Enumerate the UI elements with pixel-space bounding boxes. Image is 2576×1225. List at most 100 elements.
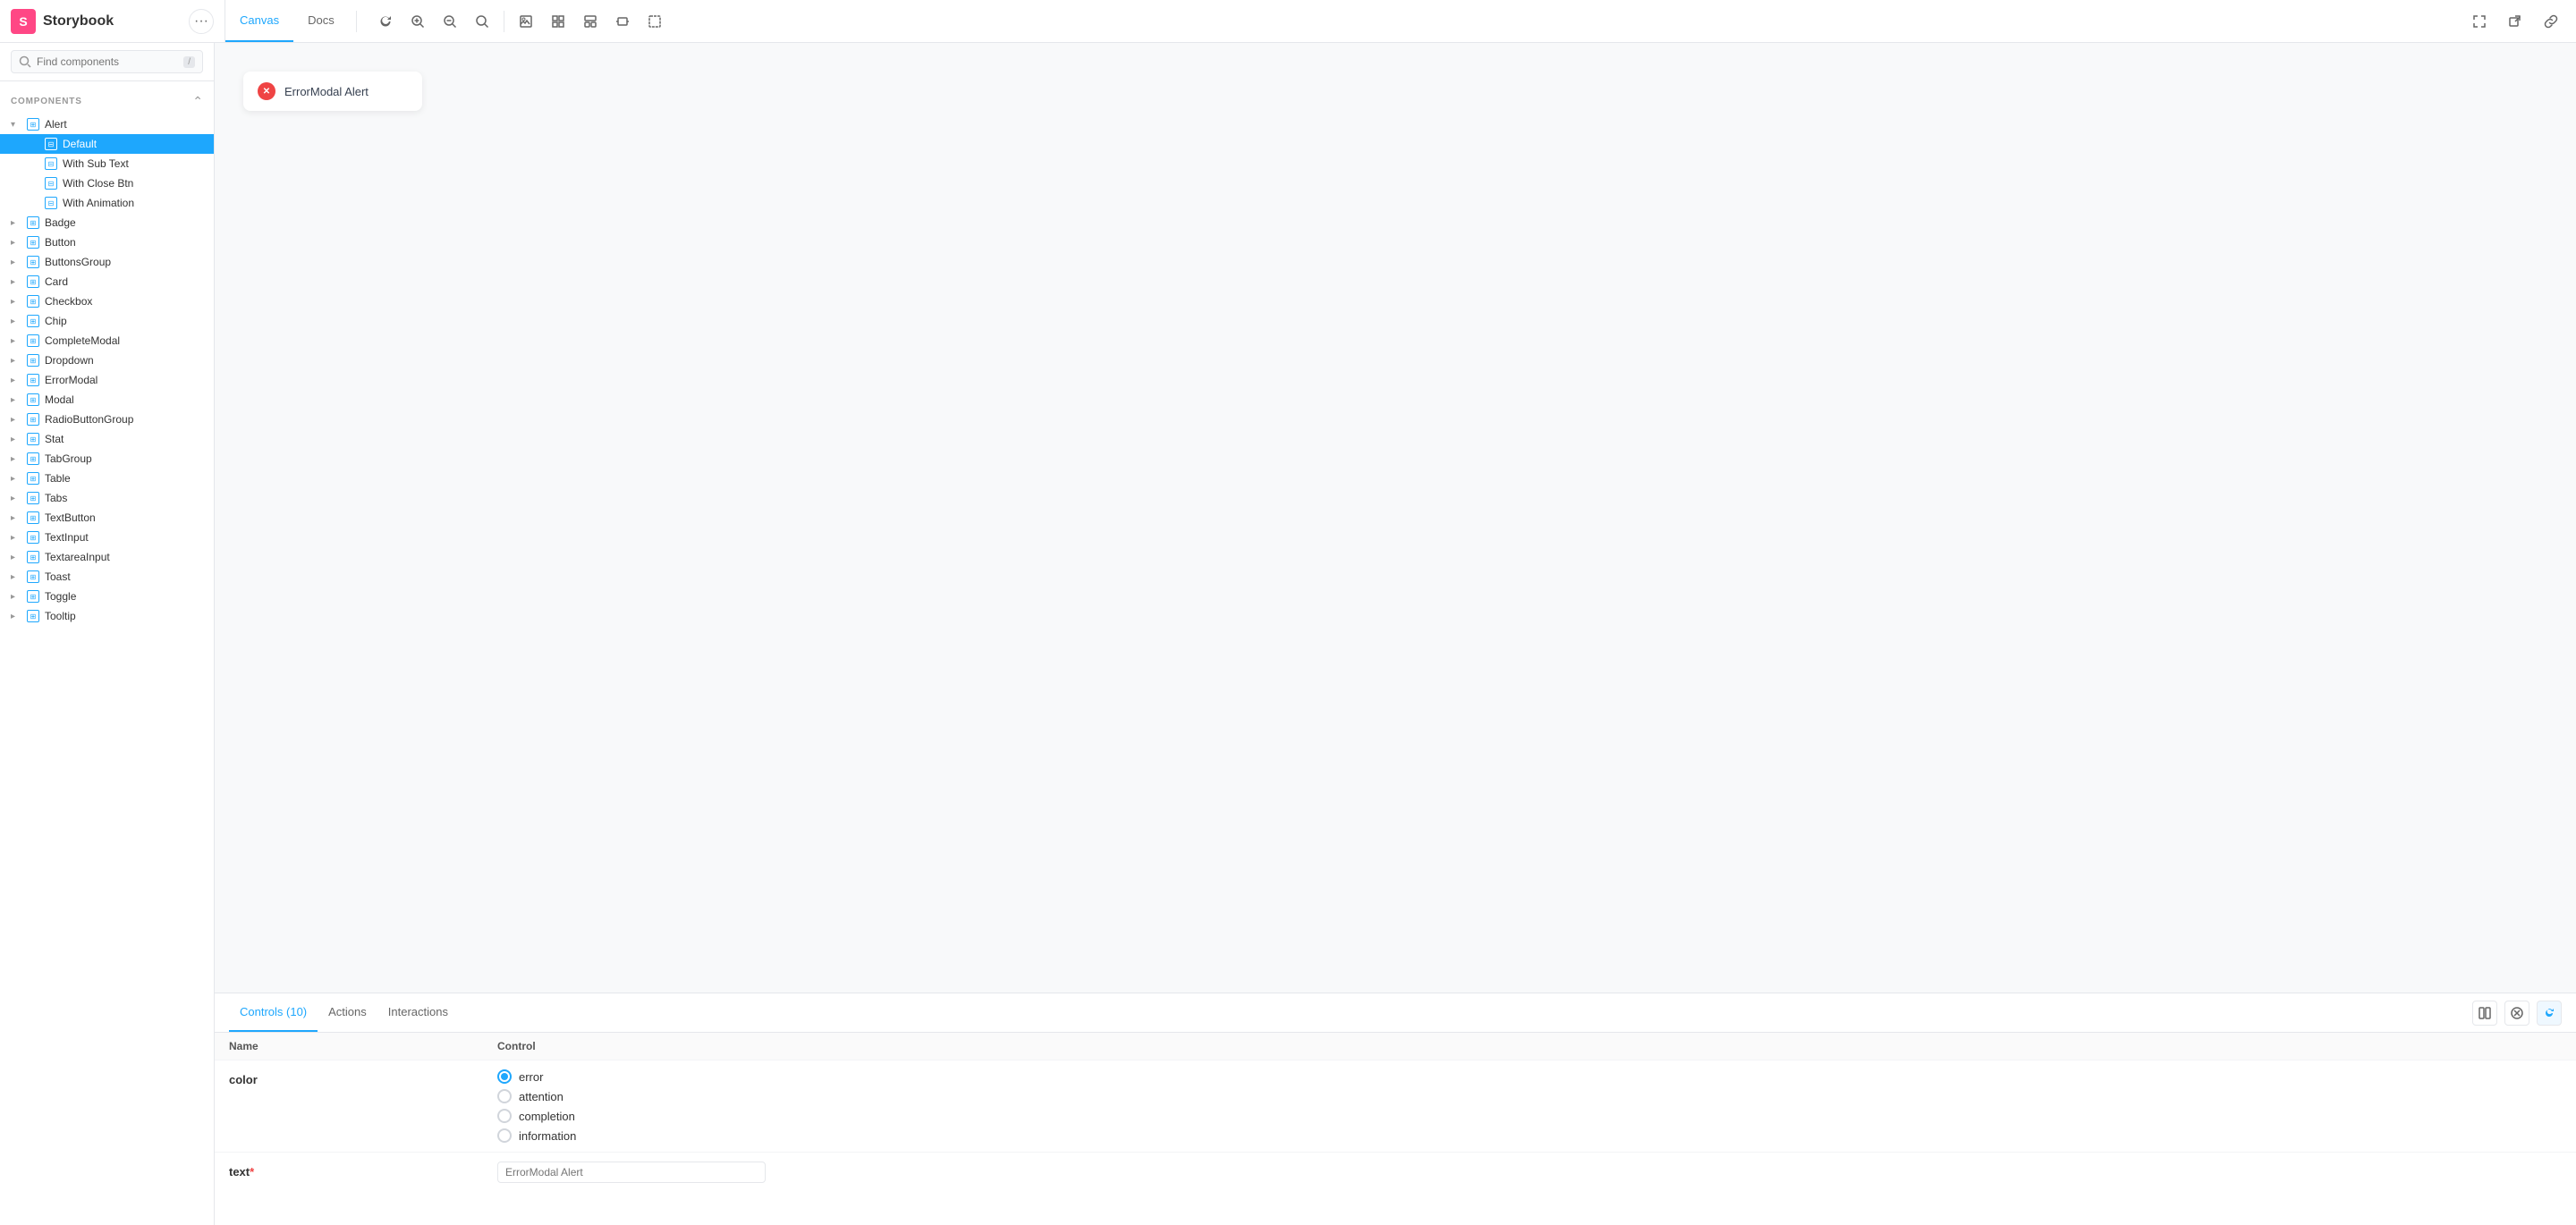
tab-controls[interactable]: Controls (10) xyxy=(229,993,318,1032)
tab-docs[interactable]: Docs xyxy=(293,0,349,42)
sidebar-item-with-animation[interactable]: ⊟ With Animation xyxy=(0,193,214,213)
sidebar-item-label: TextButton xyxy=(45,511,203,524)
story-icon: ⊟ xyxy=(45,138,57,150)
radio-label-information: information xyxy=(519,1129,576,1143)
sidebar-item-label: Table xyxy=(45,472,203,485)
sidebar-item-default[interactable]: ⊟ Default xyxy=(0,134,214,154)
main-layout: / COMPONENTS ⌃ ▾ ⊞ Alert ⊟ Default ⊟ xyxy=(0,43,2576,1225)
sidebar-item-label: RadioButtonGroup xyxy=(45,413,203,426)
component-icon: ⊞ xyxy=(27,531,39,544)
sidebar-item-chip[interactable]: ▸ ⊞ Chip xyxy=(0,311,214,331)
sidebar-item-with-sub-text[interactable]: ⊟ With Sub Text xyxy=(0,154,214,173)
sidebar-item-toggle[interactable]: ▸ ⊞ Toggle xyxy=(0,587,214,606)
control-row-text: text* xyxy=(215,1153,2576,1192)
sidebar-item-table[interactable]: ▸ ⊞ Table xyxy=(0,469,214,488)
sidebar-item-dropdown[interactable]: ▸ ⊞ Dropdown xyxy=(0,351,214,370)
image-icon[interactable] xyxy=(512,7,540,36)
tab-actions[interactable]: Actions xyxy=(318,993,377,1032)
component-icon: ⊞ xyxy=(27,216,39,229)
search-box-icon xyxy=(19,55,31,68)
sidebar-item-label: TabGroup xyxy=(45,452,203,465)
resize-icon[interactable] xyxy=(608,7,637,36)
sidebar-item-card[interactable]: ▸ ⊞ Card xyxy=(0,272,214,291)
chevron-right-icon: ▸ xyxy=(11,513,21,523)
fullscreen-icon[interactable] xyxy=(640,7,669,36)
right-icons xyxy=(2465,7,2565,36)
sidebar-item-label: Tabs xyxy=(45,492,203,504)
chevron-right-icon: ▸ xyxy=(11,474,21,484)
sidebar-item-radiobuttongroup[interactable]: ▸ ⊞ RadioButtonGroup xyxy=(0,410,214,429)
sidebar-item-label: Badge xyxy=(45,216,203,229)
sidebar-item-tabs[interactable]: ▸ ⊞ Tabs xyxy=(0,488,214,508)
component-icon: ⊞ xyxy=(27,570,39,583)
bottom-tabs: Controls (10) Actions Interactions xyxy=(215,993,2576,1033)
component-icon: ⊞ xyxy=(27,315,39,327)
sidebar-item-checkbox[interactable]: ▸ ⊞ Checkbox xyxy=(0,291,214,311)
panel-split-icon[interactable] xyxy=(2472,1001,2497,1026)
reload-icon[interactable] xyxy=(371,7,400,36)
chevron-right-icon: ▸ xyxy=(11,238,21,248)
tab-interactions[interactable]: Interactions xyxy=(377,993,459,1032)
section-toggle-icon[interactable]: ⌃ xyxy=(192,94,203,109)
sidebar-item-alert[interactable]: ▾ ⊞ Alert xyxy=(0,114,214,134)
sidebar-item-textareainput[interactable]: ▸ ⊞ TextareaInput xyxy=(0,547,214,567)
radio-circle-error[interactable] xyxy=(497,1069,512,1084)
sidebar-item-label: ButtonsGroup xyxy=(45,256,203,268)
sidebar-item-label: Toggle xyxy=(45,590,203,603)
sidebar-item-tooltip[interactable]: ▸ ⊞ Tooltip xyxy=(0,606,214,626)
zoom-out-icon[interactable] xyxy=(436,7,464,36)
radio-label-error: error xyxy=(519,1070,543,1084)
radio-label-attention: attention xyxy=(519,1090,564,1103)
sidebar-item-completemodal[interactable]: ▸ ⊞ CompleteModal xyxy=(0,331,214,351)
sidebar-item-errormodal[interactable]: ▸ ⊞ ErrorModal xyxy=(0,370,214,390)
chevron-right-icon: ▸ xyxy=(11,297,21,307)
chevron-right-icon: ▸ xyxy=(11,572,21,582)
text-control-input[interactable] xyxy=(497,1162,766,1183)
sidebar-item-stat[interactable]: ▸ ⊞ Stat xyxy=(0,429,214,449)
sidebar-item-with-close-btn[interactable]: ⊟ With Close Btn xyxy=(0,173,214,193)
reset-controls-button[interactable] xyxy=(2537,1001,2562,1026)
zoom-in-icon[interactable] xyxy=(403,7,432,36)
radio-option-attention[interactable]: attention xyxy=(497,1089,2562,1103)
grid-icon[interactable] xyxy=(544,7,572,36)
sidebar-item-label: Modal xyxy=(45,393,203,406)
component-icon: ⊞ xyxy=(27,393,39,406)
sidebar-item-toast[interactable]: ▸ ⊞ Toast xyxy=(0,567,214,587)
sidebar-item-button[interactable]: ▸ ⊞ Button xyxy=(0,232,214,252)
chevron-right-icon: ▸ xyxy=(11,376,21,385)
tab-canvas[interactable]: Canvas xyxy=(225,0,293,42)
component-icon: ⊞ xyxy=(27,472,39,485)
component-icon: ⊞ xyxy=(27,551,39,563)
search-icon[interactable] xyxy=(468,7,496,36)
radio-option-error[interactable]: error xyxy=(497,1069,2562,1084)
sidebar-item-modal[interactable]: ▸ ⊞ Modal xyxy=(0,390,214,410)
sidebar-item-label: With Close Btn xyxy=(63,177,203,190)
radio-circle-information[interactable] xyxy=(497,1128,512,1143)
more-button[interactable]: ··· xyxy=(189,9,214,34)
chevron-right-icon: ▸ xyxy=(11,277,21,287)
radio-circle-attention[interactable] xyxy=(497,1089,512,1103)
control-row-color: color error attention completion xyxy=(215,1060,2576,1153)
link-icon[interactable] xyxy=(2537,7,2565,36)
sidebar-item-textinput[interactable]: ▸ ⊞ TextInput xyxy=(0,528,214,547)
sidebar: / COMPONENTS ⌃ ▾ ⊞ Alert ⊟ Default ⊟ xyxy=(0,43,215,1225)
radio-circle-completion[interactable] xyxy=(497,1109,512,1123)
sidebar-item-tabgroup[interactable]: ▸ ⊞ TabGroup xyxy=(0,449,214,469)
open-new-icon[interactable] xyxy=(2501,7,2529,36)
logo-area: S Storybook ··· xyxy=(11,0,225,42)
component-icon: ⊞ xyxy=(27,118,39,131)
chevron-right-icon: ▸ xyxy=(11,592,21,602)
layout-icon[interactable] xyxy=(576,7,605,36)
name-column-header: Name xyxy=(229,1040,497,1052)
alert-component-preview: ErrorModal Alert xyxy=(243,72,422,111)
panel-close-icon[interactable] xyxy=(2504,1001,2529,1026)
radio-option-information[interactable]: information xyxy=(497,1128,2562,1143)
sidebar-item-badge[interactable]: ▸ ⊞ Badge xyxy=(0,213,214,232)
sidebar-item-buttonsgroup[interactable]: ▸ ⊞ ButtonsGroup xyxy=(0,252,214,272)
component-icon: ⊞ xyxy=(27,433,39,445)
sidebar-item-textbutton[interactable]: ▸ ⊞ TextButton xyxy=(0,508,214,528)
search-input[interactable] xyxy=(37,55,178,68)
radio-option-completion[interactable]: completion xyxy=(497,1109,2562,1123)
expand-icon[interactable] xyxy=(2465,7,2494,36)
sidebar-item-label: TextareaInput xyxy=(45,551,203,563)
